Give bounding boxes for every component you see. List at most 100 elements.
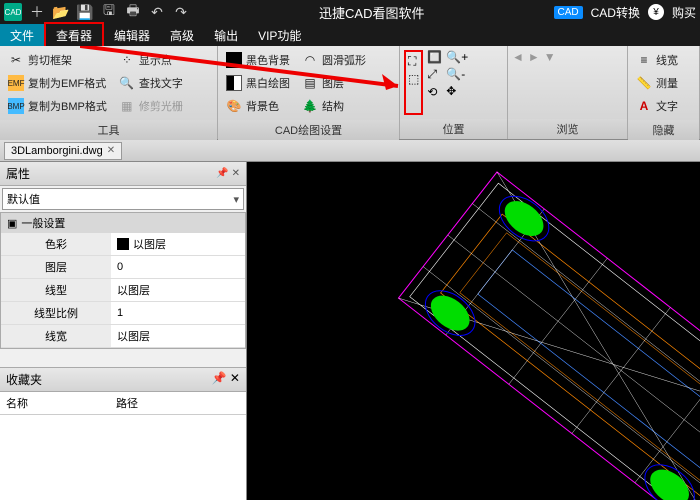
title-bar: CAD ＋ 📂 💾 🖫 🖶 ↶ ↷ 迅捷CAD看图软件 CAD CAD转换 ¥ …	[0, 0, 700, 24]
main-area: 属性 📌 ✕ 默认值 ▣一般设置 色彩以图层图层0线型以图层线型比例1线宽以图层…	[0, 162, 700, 500]
col-name[interactable]: 名称	[0, 392, 110, 414]
prop-value[interactable]: 以图层	[111, 233, 245, 255]
scissors-icon: ✂	[8, 52, 24, 68]
clip-frame-button[interactable]: ✂剪切框架	[4, 50, 111, 70]
rotate-icon[interactable]: ⟲	[427, 85, 442, 99]
extents-icon[interactable]: ⤢	[427, 67, 442, 82]
show-points-button[interactable]: ⁘显示点	[115, 50, 187, 70]
tab-file[interactable]: 文件	[0, 24, 44, 47]
bg-color-button[interactable]: 🎨背景色	[222, 96, 294, 116]
favorites-columns: 名称 路径	[0, 392, 246, 415]
find-text-button[interactable]: 🔍查找文字	[115, 73, 187, 93]
prop-key: 线型比例	[1, 302, 111, 324]
fix-grid-button: ▦修剪光栅	[115, 96, 187, 116]
yen-icon: ¥	[648, 4, 664, 20]
ruler-icon: 📏	[636, 75, 652, 91]
ribbon-group-position: ⛶ ⬚ 🔲 ⤢ ⟲ 🔍+ 🔍- ✥ 位置	[400, 46, 508, 139]
open-icon[interactable]: 📂	[52, 3, 70, 21]
copy-bmp-button[interactable]: BMP复制为BMP格式	[4, 96, 111, 116]
structure-icon: 🌲	[302, 98, 318, 114]
print-icon[interactable]: 🖶	[124, 3, 142, 21]
fit-selection-icon[interactable]: ⬚	[408, 72, 419, 86]
pan-icon[interactable]: ✥	[446, 84, 468, 98]
zoom-in-icon[interactable]: 🔍+	[446, 50, 468, 64]
ribbon-group-browse: ◄ ► ▼ 浏览	[508, 46, 628, 139]
fit-window-icon[interactable]: ⛶	[408, 54, 419, 69]
emf-icon: EMF	[8, 75, 24, 91]
close-tab-icon[interactable]: ✕	[107, 145, 115, 156]
default-value-combo[interactable]: 默认值	[2, 188, 244, 210]
layer-button[interactable]: ▤图层	[298, 73, 370, 93]
tab-output[interactable]: 输出	[204, 24, 248, 47]
ribbon-label-tools: 工具	[0, 120, 217, 140]
search-icon: 🔍	[119, 75, 135, 91]
tab-editor[interactable]: 编辑器	[104, 24, 160, 47]
black-bg-button[interactable]: 黑色背景	[222, 50, 294, 70]
property-row[interactable]: 线型以图层	[1, 279, 245, 302]
prop-value[interactable]: 1	[111, 302, 245, 324]
property-row[interactable]: 线型比例1	[1, 302, 245, 325]
prop-value[interactable]: 以图层	[111, 325, 245, 347]
ribbon-group-cad-settings: 黑色背景 黑白绘图 🎨背景色 ◠圆滑弧形 ▤图层 🌲结构 CAD绘图设置	[218, 46, 400, 139]
col-path[interactable]: 路径	[110, 392, 144, 414]
document-tab-bar: 3DLamborgini.dwg ✕	[0, 140, 700, 162]
properties-header: 属性 📌 ✕	[0, 162, 246, 186]
tab-advanced[interactable]: 高级	[160, 24, 204, 47]
property-row[interactable]: 图层0	[1, 256, 245, 279]
fav-pin-icon[interactable]: 📌 ✕	[212, 371, 240, 388]
undo-icon[interactable]: ↶	[148, 3, 166, 21]
prop-key: 图层	[1, 256, 111, 278]
zoom-region-icon[interactable]: 🔲	[427, 50, 442, 64]
ribbon-label-cad: CAD绘图设置	[218, 120, 399, 140]
prop-value[interactable]: 以图层	[111, 279, 245, 301]
quick-access-toolbar: ＋ 📂 💾 🖫 🖶 ↶ ↷	[28, 3, 190, 21]
measure-button[interactable]: 📏测量	[632, 73, 682, 93]
general-section[interactable]: ▣一般设置	[1, 213, 245, 233]
document-tab[interactable]: 3DLamborgini.dwg ✕	[4, 142, 122, 160]
favorites-body	[0, 415, 246, 500]
points-icon: ⁘	[119, 52, 135, 68]
favorites-header: 收藏夹 📌 ✕	[0, 367, 246, 392]
app-title: 迅捷CAD看图软件	[190, 3, 554, 22]
layer-icon: ▤	[302, 75, 318, 91]
tab-vip[interactable]: VIP功能	[248, 24, 311, 47]
prop-key: 线型	[1, 279, 111, 301]
prev-icon[interactable]: ◄	[512, 50, 524, 64]
copy-emf-button[interactable]: EMF复制为EMF格式	[4, 73, 111, 93]
saveas-icon[interactable]: 🖫	[100, 3, 118, 21]
smooth-arc-button[interactable]: ◠圆滑弧形	[298, 50, 370, 70]
save-icon[interactable]: 💾	[76, 3, 94, 21]
new-icon[interactable]: ＋	[28, 3, 46, 21]
pin-icon[interactable]: 📌 ✕	[216, 168, 240, 179]
zoom-out-icon[interactable]: 🔍-	[446, 67, 468, 81]
ribbon-label-browse: 浏览	[508, 119, 627, 139]
side-panel: 属性 📌 ✕ 默认值 ▣一般设置 色彩以图层图层0线型以图层线型比例1线宽以图层…	[0, 162, 247, 500]
bw-draw-button[interactable]: 黑白绘图	[222, 73, 294, 93]
color-swatch	[117, 238, 129, 250]
cad-convert-link[interactable]: CAD转换	[591, 4, 640, 21]
palette-icon: 🎨	[226, 98, 242, 114]
black-bg-icon	[226, 52, 242, 68]
ribbon-group-tools: ✂剪切框架 EMF复制为EMF格式 BMP复制为BMP格式 ⁘显示点 🔍查找文字…	[0, 46, 218, 139]
prop-key: 色彩	[1, 233, 111, 255]
prop-value[interactable]: 0	[111, 256, 245, 278]
app-icon: CAD	[4, 3, 22, 21]
property-row[interactable]: 色彩以图层	[1, 233, 245, 256]
text-button[interactable]: A文字	[632, 96, 682, 116]
redo-icon[interactable]: ↷	[172, 3, 190, 21]
line-width-button[interactable]: ≡线宽	[632, 50, 682, 70]
structure-button[interactable]: 🌲结构	[298, 96, 370, 116]
property-row[interactable]: 线宽以图层	[1, 325, 245, 348]
cad-convert-badge[interactable]: CAD	[554, 6, 583, 19]
down-icon[interactable]: ▼	[544, 50, 556, 64]
bw-icon	[226, 75, 242, 91]
buy-link[interactable]: 购买	[672, 4, 696, 21]
properties-grid: ▣一般设置 色彩以图层图层0线型以图层线型比例1线宽以图层	[0, 212, 246, 349]
next-icon[interactable]: ►	[528, 50, 540, 64]
bmp-icon: BMP	[8, 98, 24, 114]
grid-icon: ▦	[119, 98, 135, 114]
tab-viewer[interactable]: 查看器	[44, 22, 104, 49]
menu-bar: 文件 查看器 编辑器 高级 输出 VIP功能	[0, 24, 700, 46]
cad-viewport[interactable]	[247, 162, 700, 500]
document-name: 3DLamborgini.dwg	[11, 145, 103, 157]
